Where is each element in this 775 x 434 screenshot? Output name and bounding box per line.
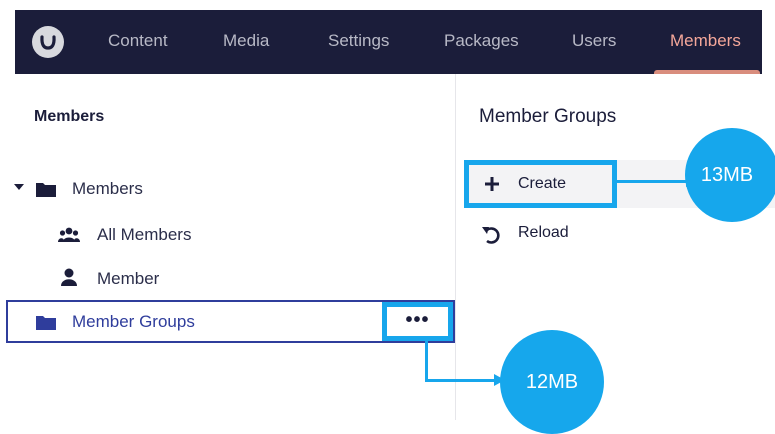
nav-packages[interactable]: Packages [444,10,519,74]
caret-down-icon[interactable] [14,184,24,190]
actions-title: Member Groups [479,106,617,127]
folder-icon [36,181,56,202]
tree-heading: Members [34,108,105,125]
create-callout-badge: 13MB [685,128,775,222]
tree-item-member[interactable]: Member [97,264,159,294]
user-icon [61,268,77,291]
top-navigation: Content Media Settings Packages Users Me… [15,10,762,74]
options-callout-badge: 12MB [500,330,604,434]
tree-item-members[interactable]: Members [72,174,143,204]
options-button[interactable]: ••• [382,302,453,341]
panel-divider [455,74,456,420]
users-icon [58,227,80,248]
folder-icon [36,314,56,335]
options-callout-line-vertical [425,341,428,381]
nav-active-indicator [654,70,760,74]
nav-media[interactable]: Media [223,10,269,74]
nav-users[interactable]: Users [572,10,616,74]
options-callout-line-horizontal [425,379,495,382]
nav-members[interactable]: Members [670,10,741,74]
nav-settings[interactable]: Settings [328,10,389,74]
tree-item-all-members[interactable]: All Members [97,220,191,250]
tree-item-member-groups[interactable]: Member Groups [72,307,195,337]
reload-action[interactable]: Reload [518,224,569,242]
reload-icon [481,224,501,249]
create-callout-line [617,180,687,183]
create-highlight-box [464,160,617,208]
umbraco-logo-icon[interactable] [32,26,64,58]
nav-content[interactable]: Content [108,10,168,74]
